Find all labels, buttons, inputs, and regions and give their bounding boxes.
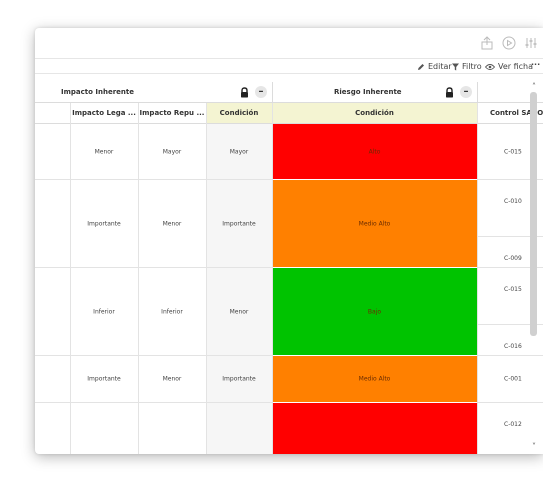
condicion-impacto-cell-text: Mayor (229, 148, 249, 155)
column-divider (477, 103, 478, 454)
view-record-label: Ver ficha (498, 62, 534, 71)
control-saro-text: C-016 (504, 343, 522, 350)
vertical-scrollbar-thumb[interactable] (530, 92, 537, 336)
condicion-impacto-cell-text: Importante (222, 220, 256, 227)
row-selector-cell[interactable] (35, 180, 70, 268)
scroll-up-icon[interactable]: ˄ (529, 82, 539, 91)
impacto-legal-cell[interactable]: Crítico (70, 403, 138, 454)
scroll-down-icon[interactable]: ˅ (529, 442, 539, 451)
impacto-legal-cell-text: Inferior (93, 308, 115, 315)
impacto-reputacional-cell-text: Inferior (161, 308, 183, 315)
column-header-spacer (35, 103, 70, 124)
row-selector-cell[interactable] (35, 356, 70, 403)
sliders-icon[interactable] (524, 36, 538, 50)
row-selector-cell[interactable] (35, 268, 70, 356)
pencil-icon (418, 63, 424, 70)
riesgo-condicion-cell[interactable]: Alto (272, 124, 477, 180)
riesgo-condicion-cell-text: Bajo (367, 308, 382, 315)
impacto-reputacional-cell-text: Menor (162, 220, 182, 227)
more-button[interactable]: ··· (531, 60, 540, 69)
impacto-reputacional-cell-text: Mayor (162, 148, 182, 155)
riesgo-condicion-cell[interactable]: Alto (272, 403, 477, 454)
impacto-reputacional-cell-text: Menor (162, 375, 182, 383)
control-saro-text: C-009 (504, 255, 522, 262)
impacto-reputacional-cell[interactable]: Menor (138, 356, 206, 403)
impacto-reputacional-cell[interactable]: Mayor (138, 124, 206, 180)
condicion-impacto-cell[interactable]: Mayor (206, 124, 272, 180)
lock-icon[interactable] (239, 87, 250, 98)
column-divider (138, 103, 139, 454)
impacto-legal-cell-text: Menor (94, 148, 114, 155)
window-toolbar (35, 28, 543, 58)
column-header-condicion-riesgo[interactable]: Condición (272, 103, 477, 124)
impacto-legal-cell-text: Importante (87, 220, 121, 227)
lock-icon[interactable] (444, 87, 455, 98)
control-saro-text: C-001 (504, 375, 522, 383)
view-record-button[interactable]: Ver ficha (485, 62, 533, 71)
riesgo-condicion-cell-text: Medio Alto (358, 220, 391, 227)
edit-button[interactable]: Editar (417, 62, 452, 71)
control-saro-text: C-015 (504, 148, 522, 155)
group-title-impacto: Impacto Inherente (61, 88, 134, 96)
row-selector-cell[interactable] (35, 403, 70, 454)
impacto-reputacional-cell[interactable]: Inferior (138, 268, 206, 356)
condicion-impacto-cell[interactable]: Importante (206, 356, 272, 403)
eye-icon (485, 63, 495, 70)
row-selector-cell[interactable] (35, 124, 70, 180)
data-grid: Impacto Inherente – Riesgo Inherente – I… (35, 82, 543, 454)
impacto-reputacional-cell[interactable]: Importante (138, 403, 206, 454)
impacto-legal-cell-text: Importante (87, 375, 121, 383)
control-saro-text: C-012 (504, 421, 522, 428)
column-header-condicion-impacto[interactable]: Condición (206, 103, 272, 124)
column-divider (206, 103, 207, 454)
group-title-riesgo: Riesgo Inherente (334, 88, 402, 96)
condicion-impacto-cell-text: Importante (222, 375, 256, 383)
impacto-legal-cell[interactable]: Importante (70, 356, 138, 403)
control-saro-text: C-015 (504, 286, 522, 293)
column-header-impacto-reputacional[interactable]: Impacto Repu ... (138, 103, 206, 124)
condicion-impacto-cell-text: Menor (229, 308, 249, 315)
riesgo-condicion-cell[interactable]: Medio Alto (272, 180, 477, 268)
condicion-impacto-cell[interactable]: Menor (206, 268, 272, 356)
edit-label: Editar (428, 62, 452, 71)
impacto-legal-cell[interactable]: Importante (70, 180, 138, 268)
record-table-panel: Editar Filtro Ver ficha ··· Impacto Inhe… (35, 28, 543, 454)
impacto-legal-cell[interactable]: Menor (70, 124, 138, 180)
riesgo-condicion-cell-text: Alto (368, 148, 381, 155)
share-icon[interactable] (480, 36, 494, 50)
control-saro-cell[interactable]: C-001 (477, 356, 543, 403)
more-icon: ··· (531, 60, 541, 69)
riesgo-condicion-cell-text: Medio Alto (358, 375, 391, 383)
riesgo-condicion-cell[interactable]: Medio Alto (272, 356, 477, 403)
filter-label: Filtro (462, 62, 482, 71)
condicion-impacto-cell[interactable]: Importante (206, 180, 272, 268)
column-divider (70, 103, 71, 454)
column-divider (272, 103, 273, 454)
action-bar: Editar Filtro Ver ficha ··· (35, 58, 543, 74)
control-saro-text: C-010 (504, 198, 522, 205)
group-header-riesgo: Riesgo Inherente – (272, 82, 477, 103)
impacto-legal-cell[interactable]: Inferior (70, 268, 138, 356)
condicion-impacto-cell[interactable]: Crítico (206, 403, 272, 454)
filter-icon (452, 63, 459, 70)
column-header-impacto-legal[interactable]: Impacto Lega ... (70, 103, 138, 124)
collapse-group-button[interactable]: – (460, 86, 472, 98)
group-header-impacto: Impacto Inherente – (35, 82, 272, 103)
filter-button[interactable]: Filtro (452, 62, 482, 71)
play-circle-icon[interactable] (502, 36, 516, 50)
riesgo-condicion-cell[interactable]: Bajo (272, 268, 477, 356)
impacto-reputacional-cell[interactable]: Menor (138, 180, 206, 268)
collapse-group-button[interactable]: – (255, 86, 267, 98)
